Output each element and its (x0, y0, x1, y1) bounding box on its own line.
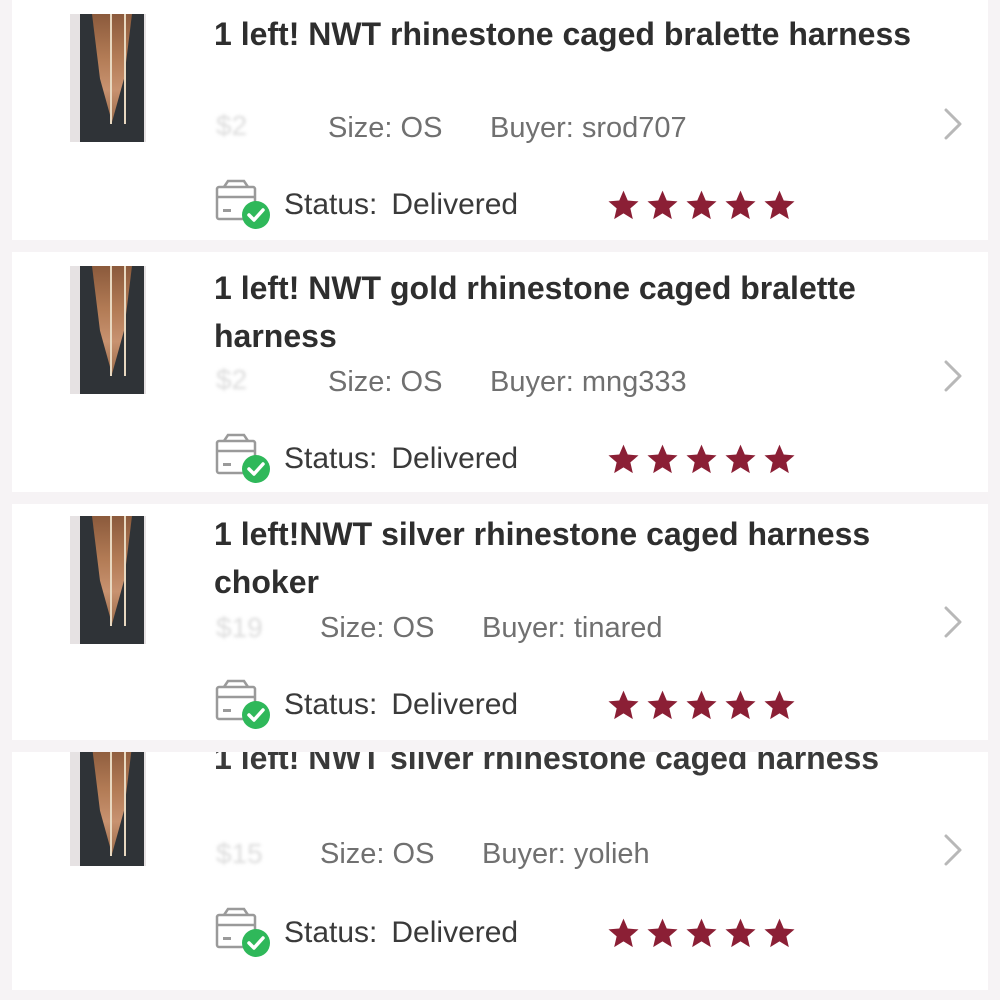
delivered-box-icon (215, 679, 270, 729)
star-icon (764, 444, 795, 474)
order-card[interactable]: 1 left! NWT silver rhinestone caged harn… (12, 752, 988, 990)
star-icon (686, 918, 717, 948)
status-value: Delivered (391, 688, 519, 721)
star-icon (608, 444, 639, 474)
order-status: Status: Delivered (214, 433, 519, 484)
status-value: Delivered (391, 442, 519, 475)
product-thumbnail[interactable] (70, 752, 146, 866)
star-icon (647, 190, 678, 220)
order-status: Status: Delivered (214, 907, 519, 958)
order-status: Status: Delivered (214, 179, 519, 230)
status-value: Delivered (391, 916, 519, 949)
star-icon (686, 444, 717, 474)
star-icon (764, 190, 795, 220)
delivered-box-icon (215, 179, 270, 229)
status-label: Status: (284, 188, 378, 221)
star-icon (608, 190, 639, 220)
order-price: $2 (216, 364, 248, 395)
order-title[interactable]: 1 left! NWT rhinestone caged bralette ha… (214, 10, 914, 58)
rating-stars (606, 442, 797, 477)
status-label: Status: (284, 916, 378, 949)
star-icon (608, 690, 639, 720)
product-thumbnail[interactable] (70, 266, 146, 394)
star-icon (764, 918, 795, 948)
order-card[interactable]: 1 left!NWT silver rhinestone caged harne… (12, 504, 988, 740)
delivered-box-icon (215, 433, 270, 483)
order-title[interactable]: 1 left! NWT gold rhinestone caged bralet… (214, 264, 914, 360)
chevron-right-icon[interactable] (938, 356, 968, 396)
rating-stars (606, 916, 797, 951)
order-size: Size: OS (320, 838, 435, 870)
star-icon (686, 690, 717, 720)
chevron-right-icon[interactable] (938, 104, 968, 144)
rating-stars (606, 188, 797, 223)
order-card[interactable]: 1 left! NWT gold rhinestone caged bralet… (12, 252, 988, 492)
order-buyer: Buyer: yolieh (482, 838, 650, 870)
star-icon (725, 918, 756, 948)
star-icon (647, 918, 678, 948)
order-buyer: Buyer: mng333 (490, 366, 687, 398)
star-icon (725, 444, 756, 474)
order-buyer: Buyer: srod707 (490, 112, 687, 144)
star-icon (686, 190, 717, 220)
order-price: $2 (216, 110, 248, 141)
order-size: Size: OS (320, 612, 435, 644)
star-icon (647, 444, 678, 474)
status-label: Status: (284, 442, 378, 475)
chevron-right-icon[interactable] (938, 830, 968, 870)
rating-stars (606, 688, 797, 723)
status-value: Delivered (391, 188, 519, 221)
status-label: Status: (284, 688, 378, 721)
order-card[interactable]: 1 left! NWT rhinestone caged bralette ha… (12, 0, 988, 240)
order-status: Status: Delivered (214, 679, 519, 730)
order-buyer: Buyer: tinared (482, 612, 663, 644)
order-size: Size: OS (328, 112, 443, 144)
sold-orders-list: 1 left! NWT rhinestone caged bralette ha… (0, 0, 1000, 1000)
star-icon (647, 690, 678, 720)
order-price: $15 (216, 838, 263, 869)
order-price: $19 (216, 612, 263, 643)
order-size: Size: OS (328, 366, 443, 398)
star-icon (608, 918, 639, 948)
product-thumbnail[interactable] (70, 14, 146, 142)
star-icon (725, 190, 756, 220)
star-icon (725, 690, 756, 720)
delivered-box-icon (215, 907, 270, 957)
star-icon (764, 690, 795, 720)
chevron-right-icon[interactable] (938, 602, 968, 642)
product-thumbnail[interactable] (70, 516, 146, 644)
order-title[interactable]: 1 left! NWT silver rhinestone caged harn… (214, 752, 914, 782)
order-title[interactable]: 1 left!NWT silver rhinestone caged harne… (214, 510, 914, 606)
